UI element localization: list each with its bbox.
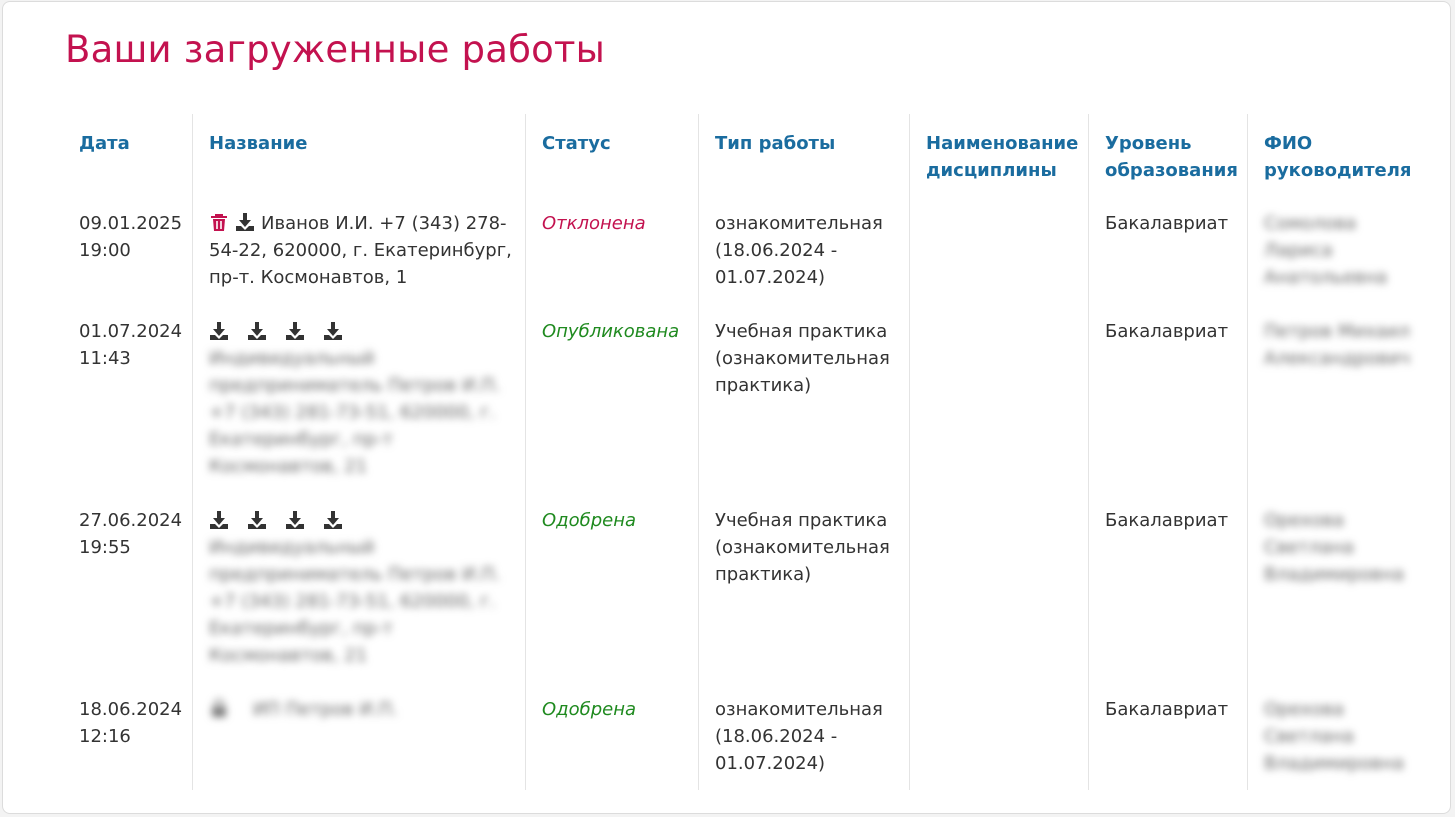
- header-date[interactable]: Дата: [79, 130, 130, 157]
- status-badge: Опубликована: [542, 321, 680, 342]
- header-type[interactable]: Тип работы: [715, 130, 835, 157]
- header-name[interactable]: Название: [209, 130, 307, 157]
- column-divider: [1088, 114, 1089, 790]
- date-cell: 27.06.2024 19:55: [79, 507, 189, 561]
- download-icon[interactable]: [209, 321, 229, 341]
- supervisor-name: Петров Михаил Александрович: [1264, 321, 1411, 369]
- download-icon[interactable]: [323, 321, 343, 341]
- page-title: Ваши загруженные работы: [65, 28, 606, 71]
- column-divider: [525, 114, 526, 790]
- header-level[interactable]: Уровень образования: [1105, 130, 1240, 184]
- name-cell: ИП Петров И.П.: [209, 696, 509, 723]
- work-title: ИП Петров И.П.: [252, 699, 398, 720]
- download-icon[interactable]: [285, 510, 305, 530]
- download-icon[interactable]: [247, 510, 267, 530]
- row-date: 01.07.2024: [79, 321, 183, 342]
- download-icon[interactable]: [285, 321, 305, 341]
- supervisor-name: Орехова Светлана Владимировна: [1264, 699, 1405, 774]
- row-time: 12:16: [79, 726, 131, 747]
- header-supervisor[interactable]: ФИО руководителя: [1264, 130, 1414, 184]
- status-badge: Отклонена: [542, 213, 646, 234]
- supervisor-name: Сомолова Лариса Анатольевна: [1264, 213, 1388, 288]
- education-level: Бакалавриат: [1105, 213, 1229, 234]
- work-type: ознакомительная (18.06.2024 - 01.07.2024…: [715, 699, 883, 774]
- row-date: 18.06.2024: [79, 699, 183, 720]
- header-discipline[interactable]: Наименование дисциплины: [926, 130, 1081, 184]
- row-date: 27.06.2024: [79, 510, 183, 531]
- name-cell: Иванов И.И. +7 (343) 278-54-22, 620000, …: [209, 210, 514, 291]
- column-divider: [192, 114, 193, 790]
- date-cell: 09.01.2025 19:00: [79, 210, 189, 264]
- header-status[interactable]: Статус: [542, 130, 611, 157]
- lock-icon: [209, 698, 229, 718]
- status-badge: Одобрена: [542, 510, 637, 531]
- work-title: Индивидуальный предприниматель Петров И.…: [209, 537, 501, 666]
- trash-icon[interactable]: [209, 212, 229, 232]
- date-cell: 18.06.2024 12:16: [79, 696, 189, 750]
- work-type: ознакомительная (18.06.2024 - 01.07.2024…: [715, 213, 883, 288]
- download-icon[interactable]: [209, 510, 229, 530]
- work-type: Учебная практика (ознакомительная практи…: [715, 321, 890, 396]
- education-level: Бакалавриат: [1105, 510, 1229, 531]
- work-title: Индивидуальный предприниматель Петров И.…: [209, 348, 501, 477]
- date-cell: 01.07.2024 11:43: [79, 318, 189, 372]
- column-divider: [1247, 114, 1248, 790]
- supervisor-name: Орехова Светлана Владимировна: [1264, 510, 1405, 585]
- download-icon[interactable]: [247, 321, 267, 341]
- work-type: Учебная практика (ознакомительная практи…: [715, 510, 890, 585]
- row-time: 11:43: [79, 348, 131, 369]
- education-level: Бакалавриат: [1105, 321, 1229, 342]
- row-date: 09.01.2025: [79, 213, 183, 234]
- status-badge: Одобрена: [542, 699, 637, 720]
- column-divider: [909, 114, 910, 790]
- works-card: Ваши загруженные работы Дата Название Ст…: [2, 1, 1451, 814]
- education-level: Бакалавриат: [1105, 699, 1229, 720]
- file-actions: [209, 320, 361, 342]
- column-divider: [698, 114, 699, 790]
- row-time: 19:00: [79, 240, 131, 261]
- row-time: 19:55: [79, 537, 131, 558]
- file-actions: [209, 509, 361, 531]
- download-icon[interactable]: [323, 510, 343, 530]
- download-icon[interactable]: [235, 212, 255, 232]
